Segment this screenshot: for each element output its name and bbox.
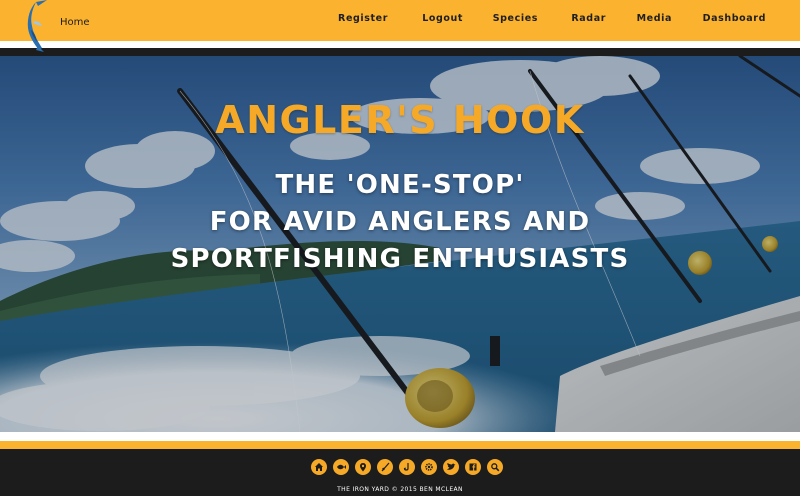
hero-banner: ANGLER'S HOOK THE 'ONE-STOP' FOR AVID AN… (0, 56, 800, 432)
fish-icon[interactable] (333, 459, 349, 475)
header-divider-white (0, 41, 800, 48)
nav-logout-link[interactable]: Logout (422, 13, 463, 24)
nav-register-link[interactable]: Register (338, 13, 388, 24)
nav-media-link[interactable]: Media (637, 13, 672, 24)
marlin-logo-icon[interactable] (22, 0, 52, 52)
gear-icon[interactable] (421, 459, 437, 475)
map-pin-icon[interactable] (355, 459, 371, 475)
header-divider-dark (0, 48, 800, 56)
twitter-icon[interactable] (443, 459, 459, 475)
hero-subtitle-line: SPORTFISHING ENTHUSIASTS (170, 244, 630, 274)
site-footer: THE IRON YARD © 2015 BEN MCLEAN (0, 449, 800, 496)
footer-divider-white (0, 432, 800, 441)
hero-title: ANGLER'S HOOK (215, 98, 585, 142)
site-header: Home Register Logout Species Radar Media… (0, 0, 800, 52)
nav-dashboard-link[interactable]: Dashboard (703, 13, 766, 24)
footer-icon-bar (311, 459, 503, 475)
fishing-rod-icon[interactable] (377, 459, 393, 475)
facebook-icon[interactable] (465, 459, 481, 475)
footer-divider-yellow (0, 441, 800, 449)
nav-home-link[interactable]: Home (60, 17, 90, 28)
hero-subtitle-line: FOR AVID ANGLERS AND (209, 207, 591, 237)
search-icon[interactable] (487, 459, 503, 475)
hook-icon[interactable] (399, 459, 415, 475)
hero-subtitle-line: THE 'ONE-STOP' (275, 170, 525, 200)
nav-species-link[interactable]: Species (493, 13, 538, 24)
copyright-text: THE IRON YARD © 2015 BEN MCLEAN (337, 486, 463, 493)
home-icon[interactable] (311, 459, 327, 475)
nav-radar-link[interactable]: Radar (571, 13, 606, 24)
